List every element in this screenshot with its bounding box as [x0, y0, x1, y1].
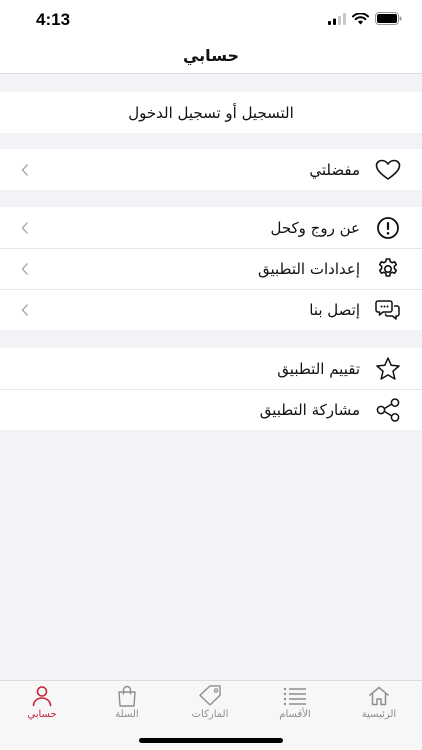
app-group: تقييم التطبيق مشاركة التطبيق	[0, 348, 422, 430]
favorites-group: مفضلتي	[0, 149, 422, 190]
tab-home[interactable]: الرئيسية	[339, 685, 419, 729]
tab-label: الماركات	[191, 709, 229, 720]
status-time: 4:13	[36, 10, 71, 29]
menu-item-label: إتصل بنا	[309, 300, 360, 319]
tag-icon	[199, 685, 221, 706]
tab-label: حسابي	[27, 709, 57, 720]
signal-icon	[328, 12, 346, 25]
chat-bubbles-icon	[374, 296, 402, 324]
chevron-left-icon	[21, 163, 28, 176]
gear-icon	[374, 255, 402, 283]
wifi-icon	[352, 12, 369, 24]
menu-item-settings[interactable]: إعدادات التطبيق	[0, 248, 422, 289]
menu-item-label: إعدادات التطبيق	[257, 259, 360, 278]
status-bar: 4:13	[0, 0, 422, 38]
menu-item-favorites[interactable]: مفضلتي	[0, 149, 422, 190]
battery-icon	[375, 12, 402, 25]
navigation-bar: حسابي	[0, 38, 422, 74]
list-icon	[283, 687, 306, 706]
star-icon	[374, 355, 402, 383]
login-group: التسجيل أو تسجيل الدخول	[0, 92, 422, 133]
tab-label: الأقسام	[279, 709, 311, 720]
menu-item-about[interactable]: عن روج وكحل	[0, 207, 422, 248]
menu-item-contact[interactable]: إتصل بنا	[0, 289, 422, 330]
chevron-left-icon	[21, 221, 28, 234]
menu-item-label: عن روج وكحل	[270, 218, 360, 237]
tab-label: الرئيسية	[361, 709, 397, 720]
tab-label: السلة	[115, 709, 139, 720]
tab-cart[interactable]: السلة	[87, 685, 167, 729]
tab-brands[interactable]: الماركات	[170, 685, 250, 729]
menu-item-label: مفضلتي	[309, 160, 360, 179]
tab-account[interactable]: حسابي	[2, 685, 82, 729]
status-icons	[328, 12, 402, 25]
heart-icon	[374, 156, 402, 184]
chevron-left-icon	[21, 262, 28, 275]
login-button[interactable]: التسجيل أو تسجيل الدخول	[0, 92, 422, 133]
info-icon	[374, 214, 402, 242]
home-icon	[369, 686, 389, 706]
chevron-left-icon	[21, 303, 28, 316]
info-group: عن روج وكحل إعدادات التطبيق إتصل بنا	[0, 207, 422, 330]
share-icon	[374, 396, 402, 424]
page-title: حسابي	[182, 46, 239, 65]
menu-item-label: مشاركة التطبيق	[259, 400, 360, 419]
person-icon	[32, 686, 52, 707]
menu-item-rate-app[interactable]: تقييم التطبيق	[0, 348, 422, 389]
menu-item-label: تقييم التطبيق	[277, 359, 360, 378]
login-label: التسجيل أو تسجيل الدخول	[128, 103, 294, 122]
menu-item-share-app[interactable]: مشاركة التطبيق	[0, 389, 422, 430]
tab-categories[interactable]: الأقسام	[255, 685, 335, 729]
home-indicator[interactable]	[139, 738, 283, 743]
bag-icon	[118, 685, 136, 707]
